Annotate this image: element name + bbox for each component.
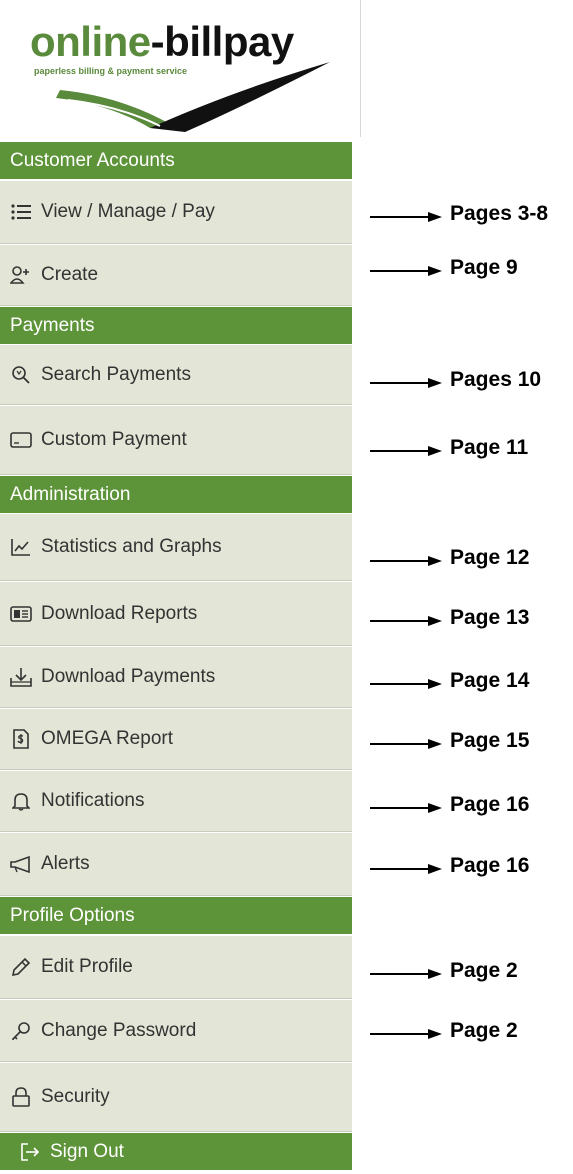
menu-item-alerts[interactable]: Alerts <box>0 833 352 896</box>
download-icon <box>10 667 32 687</box>
line-chart-icon <box>10 537 32 557</box>
annotation-label: Page 2 <box>450 959 518 982</box>
annotation-omega-report: Page 15 <box>360 729 573 759</box>
sign-out-button[interactable]: Sign Out <box>0 1133 352 1170</box>
annotation-create: Page 9 <box>360 256 573 286</box>
menu-item-statistics-graphs[interactable]: Statistics and Graphs <box>0 514 352 581</box>
annotation-label: Page 12 <box>450 546 530 569</box>
arrow-right-icon <box>370 446 442 456</box>
logo-wordmark: online-billpay <box>30 18 294 66</box>
menu-item-label: Statistics and Graphs <box>41 536 222 557</box>
logo[interactable]: online-billpay paperless billing & payme… <box>0 0 361 137</box>
menu-item-custom-payment[interactable]: Custom Payment <box>0 406 352 475</box>
menu-item-label: Notifications <box>41 790 145 811</box>
logo-word-billpay: -billpay <box>150 18 295 65</box>
arrow-right-icon <box>370 556 442 566</box>
annotation-label: Page 16 <box>450 854 530 877</box>
annotation-edit-profile: Page 2 <box>360 959 573 989</box>
arrow-right-icon <box>370 803 442 813</box>
key-icon <box>10 1021 32 1041</box>
menu-item-label: Download Reports <box>41 602 198 624</box>
annotation-change-password: Page 2 <box>360 1019 573 1049</box>
menu-item-create[interactable]: Create <box>0 245 352 306</box>
section-administration: Administration <box>0 476 352 513</box>
arrow-right-icon <box>370 266 442 276</box>
arrow-right-icon <box>370 864 442 874</box>
menu-item-download-payments[interactable]: Download Payments <box>0 647 352 708</box>
arrow-right-icon <box>370 679 442 689</box>
section-customer-accounts: Customer Accounts <box>0 142 352 179</box>
annotation-label: Pages 10 <box>450 368 542 391</box>
section-profile-options: Profile Options <box>0 897 352 934</box>
menu-item-view-manage-pay[interactable]: View / Manage / Pay <box>0 181 352 244</box>
menu-item-change-password[interactable]: Change Password <box>0 1000 352 1062</box>
annotation-download-reports: Page 13 <box>360 606 573 636</box>
annotation-notifications: Page 16 <box>360 793 573 823</box>
annotation-search-payments: Pages 10 <box>360 368 573 398</box>
logo-word-online: online <box>30 18 151 65</box>
add-user-icon <box>10 265 32 285</box>
menu-item-label: Custom Payment <box>41 429 187 450</box>
annotation-label: Page 11 <box>450 436 529 459</box>
annotation-label: Page 14 <box>450 669 530 692</box>
annotation-custom-payment: Page 11 <box>360 436 573 466</box>
menu-item-label: Alerts <box>41 853 90 874</box>
annotation-download-payments: Page 14 <box>360 669 573 699</box>
menu-item-label: Create <box>41 264 99 285</box>
annotation-label: Pages 3-8 <box>450 202 549 225</box>
lock-icon <box>10 1087 32 1107</box>
menu-item-label: Edit Profile <box>41 956 133 977</box>
menu-item-label: View / Manage / Pay <box>41 201 215 222</box>
sidebar-menu: online-billpay paperless billing & payme… <box>0 0 361 1174</box>
list-icon <box>10 202 32 222</box>
report-icon <box>10 604 32 624</box>
bell-icon <box>10 791 32 811</box>
annotation-view-manage-pay: Pages 3-8 <box>360 202 573 232</box>
annotation-statistics-graphs: Page 12 <box>360 546 573 576</box>
menu-item-download-reports[interactable]: Download Reports <box>0 582 352 646</box>
arrow-right-icon <box>370 616 442 626</box>
megaphone-icon <box>10 854 32 874</box>
menu-item-omega-report[interactable]: OMEGA Report <box>0 709 352 770</box>
sign-out-label: Sign Out <box>50 1140 124 1162</box>
menu-item-label: Security <box>41 1086 110 1107</box>
card-icon <box>10 430 32 450</box>
sign-out-icon <box>20 1142 40 1161</box>
arrow-right-icon <box>370 969 442 979</box>
annotation-label: Page 2 <box>450 1019 518 1042</box>
annotation-label: Page 13 <box>450 606 530 629</box>
arrow-right-icon <box>370 739 442 749</box>
pencil-icon <box>10 957 32 977</box>
menu-item-search-payments[interactable]: Search Payments <box>0 345 352 405</box>
menu-item-label: Search Payments <box>41 363 191 385</box>
menu-item-label: Change Password <box>41 1019 197 1041</box>
arrow-right-icon <box>370 378 442 388</box>
annotation-label: Page 15 <box>450 729 530 752</box>
document-dollar-icon <box>10 729 32 749</box>
menu-item-edit-profile[interactable]: Edit Profile <box>0 936 352 999</box>
menu-item-label: OMEGA Report <box>41 728 173 749</box>
arrow-right-icon <box>370 1029 442 1039</box>
menu-item-notifications[interactable]: Notifications <box>0 771 352 832</box>
annotation-alerts: Page 16 <box>360 854 573 884</box>
section-payments: Payments <box>0 307 352 344</box>
menu-item-label: Download Payments <box>41 666 216 687</box>
search-icon <box>10 365 32 385</box>
arrow-right-icon <box>370 212 442 222</box>
annotation-label: Page 9 <box>450 256 518 279</box>
menu-item-security[interactable]: Security <box>0 1063 352 1132</box>
logo-tagline: paperless billing & payment service <box>34 66 188 76</box>
annotation-label: Page 16 <box>450 793 530 816</box>
